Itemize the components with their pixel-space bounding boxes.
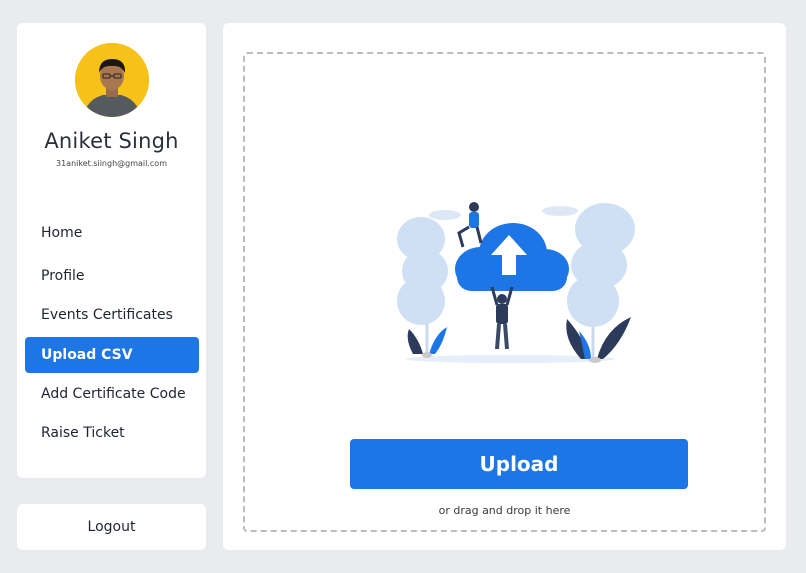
- sidebar-item-label: Home: [41, 225, 83, 241]
- upload-button[interactable]: Upload: [350, 439, 688, 489]
- sidebar-item-label: Raise Ticket: [41, 425, 125, 441]
- sidebar-item-events-certificates[interactable]: Events Certificates: [25, 297, 199, 333]
- sidebar-item-label: Add Certificate Code: [41, 386, 186, 402]
- sidebar-item-label: Upload CSV: [41, 347, 133, 363]
- user-name: Aniket Singh: [44, 129, 179, 153]
- sidebar-item-label: Events Certificates: [41, 307, 173, 323]
- avatar: [75, 43, 149, 117]
- file-dropzone[interactable]: Upload or drag and drop it here: [243, 52, 766, 532]
- sidebar: Aniket Singh 31aniket.siingh@gmail.com H…: [17, 23, 206, 478]
- cloud-upload-illustration: [397, 202, 635, 363]
- main-panel: Upload or drag and drop it here: [223, 23, 786, 550]
- sidebar-item-profile[interactable]: Profile: [25, 258, 199, 294]
- logout-label: Logout: [87, 519, 136, 535]
- sidebar-item-label: Profile: [41, 268, 85, 284]
- logout-button[interactable]: Logout: [17, 504, 206, 550]
- user-email: 31aniket.siingh@gmail.com: [55, 159, 167, 168]
- sidebar-item-home[interactable]: Home: [25, 215, 199, 251]
- user-photo: [75, 43, 149, 117]
- sidebar-item-raise-ticket[interactable]: Raise Ticket: [25, 415, 199, 451]
- drag-drop-hint: or drag and drop it here: [438, 504, 571, 517]
- sidebar-item-add-certificate-code[interactable]: Add Certificate Code: [25, 376, 199, 412]
- sidebar-item-upload-csv[interactable]: Upload CSV: [25, 337, 199, 373]
